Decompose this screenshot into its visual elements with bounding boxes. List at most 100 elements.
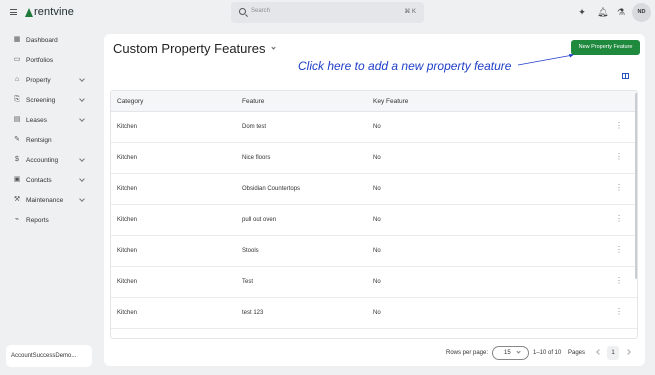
columns-toggle-button[interactable]	[619, 70, 633, 84]
column-header-category[interactable]: Category	[111, 98, 242, 105]
table-row[interactable]: Kitchen Obsidian Countertops No ⋮	[111, 174, 637, 205]
dollar-icon: $	[15, 156, 19, 163]
cell-key-feature: No	[373, 279, 381, 285]
cell-category: Kitchen	[117, 279, 138, 285]
cell-feature: Stools	[242, 248, 259, 254]
cell-category: Kitchen	[117, 124, 138, 130]
search-input[interactable]: Search ⌘ K	[231, 2, 424, 23]
main-card: Custom Property Features New Property Fe…	[104, 34, 645, 366]
more-options-icon[interactable]: ⋮	[615, 215, 623, 223]
document-search-icon: ⎘	[14, 96, 20, 103]
account-switcher[interactable]: AccountSuccessDemo...	[6, 345, 92, 367]
cell-feature: test 123	[242, 310, 264, 316]
building-icon: ⌂	[14, 76, 20, 83]
column-header-key-feature[interactable]: Key Feature	[373, 98, 573, 105]
chevron-down-icon	[79, 116, 85, 122]
cell-category: Kitchen	[117, 155, 138, 161]
more-options-icon[interactable]: ⋮	[615, 277, 623, 285]
chevron-down-icon	[79, 176, 85, 182]
table-header: Category Feature Key Feature	[111, 91, 637, 112]
grid-icon: ▦	[13, 36, 21, 43]
pages-label: Pages	[568, 350, 586, 356]
sidebar-item-label: Contacts	[26, 176, 52, 184]
sidebar-item-maintenance[interactable]: ⚒ Maintenance	[0, 190, 100, 210]
cell-feature: Test	[242, 279, 254, 285]
bell-icon[interactable]: 🔔︎	[597, 7, 608, 17]
cell-category: Kitchen	[117, 217, 138, 223]
sidebar-item-label: Accounting	[26, 156, 59, 164]
chevron-down-icon	[79, 96, 85, 102]
features-table: Category Feature Key Feature Kitchen Dom…	[110, 90, 638, 339]
table-row[interactable]: Kitchen Nice floors No ⋮	[111, 143, 637, 174]
table-scrollbar[interactable]	[635, 93, 637, 279]
sidebar-item-dashboard[interactable]: ▦ Dashboard	[0, 30, 100, 50]
flask-icon[interactable]: ⚗	[616, 7, 626, 17]
sidebar-item-property[interactable]: ⌂ Property	[0, 70, 100, 90]
sparkle-icon[interactable]: ✦	[577, 7, 587, 17]
contacts-icon: ▣	[13, 176, 21, 183]
wrench-icon: ⚒	[13, 196, 21, 203]
rows-per-page-value: 15	[504, 350, 511, 356]
sidebar-item-portfolios[interactable]: ▭ Portfolios	[0, 50, 100, 70]
chevron-right-icon[interactable]	[625, 349, 631, 355]
new-property-feature-button[interactable]: New Property Feature	[571, 40, 640, 55]
folder-icon: ▭	[13, 56, 21, 63]
cell-key-feature: No	[373, 217, 381, 223]
sidebar-item-label: Portfolios	[26, 56, 54, 64]
sidebar-item-label: Maintenance	[26, 196, 64, 204]
annotation-arrow-icon	[517, 54, 574, 66]
sidebar: ▦ Dashboard ▭ Portfolios ⌂ Property ⎘ Sc…	[0, 30, 100, 230]
avatar[interactable]: ND	[632, 3, 651, 22]
sidebar-item-accounting[interactable]: $ Accounting	[0, 150, 100, 170]
more-options-icon[interactable]: ⋮	[615, 122, 623, 130]
cell-key-feature: No	[373, 155, 381, 161]
table-row[interactable]: Kitchen Test No ⋮	[111, 267, 637, 298]
sidebar-item-leases[interactable]: ▤ Leases	[0, 110, 100, 130]
sidebar-item-reports[interactable]: ⌁ Reports	[0, 210, 100, 230]
sidebar-item-rentsign[interactable]: ✎ Rentsign	[0, 130, 100, 150]
lease-icon: ▤	[13, 116, 21, 123]
more-options-icon[interactable]: ⋮	[615, 153, 623, 161]
chevron-down-icon	[79, 196, 85, 202]
more-options-icon[interactable]: ⋮	[615, 184, 623, 192]
table-row[interactable]: Kitchen pull out oven No ⋮	[111, 205, 637, 236]
cell-category: Kitchen	[117, 310, 138, 316]
logo-mark-icon	[25, 7, 33, 17]
sidebar-item-screening[interactable]: ⎘ Screening	[0, 90, 100, 110]
search-placeholder: Search	[251, 8, 271, 14]
menu-icon[interactable]	[10, 9, 17, 15]
signature-icon: ✎	[14, 136, 20, 143]
sidebar-item-label: Rentsign	[26, 136, 52, 144]
sidebar-item-label: Screening	[26, 96, 56, 104]
page-title: Custom Property Features	[113, 41, 266, 56]
table-row[interactable]: Kitchen Dom test No ⋮	[111, 112, 637, 143]
rows-per-page-select[interactable]: 15	[492, 346, 529, 360]
chevron-down-icon	[516, 349, 521, 354]
cell-key-feature: No	[373, 186, 381, 192]
sidebar-item-label: Leases	[26, 116, 47, 124]
cell-feature: Obsidian Countertops	[242, 186, 301, 192]
chevron-down-icon	[79, 76, 85, 82]
column-header-feature[interactable]: Feature	[242, 98, 373, 105]
page-number-button[interactable]: 1	[607, 346, 619, 360]
cell-feature: Dom test	[242, 124, 267, 130]
cell-feature: Nice floors	[242, 155, 271, 161]
annotation-callout: Click here to add a new property feature	[298, 59, 512, 73]
chevron-left-icon[interactable]	[596, 349, 602, 355]
sidebar-item-label: Dashboard	[26, 36, 58, 44]
chevron-down-icon[interactable]	[271, 45, 276, 50]
sidebar-item-contacts[interactable]: ▣ Contacts	[0, 170, 100, 190]
cell-category: Kitchen	[117, 186, 138, 192]
cell-key-feature: No	[373, 310, 381, 316]
cell-key-feature: No	[373, 248, 381, 254]
more-options-icon[interactable]: ⋮	[615, 246, 623, 254]
table-row[interactable]: Kitchen test 123 No ⋮	[111, 298, 637, 329]
logo[interactable]: rentvine	[25, 6, 74, 18]
chevron-down-icon	[79, 156, 85, 162]
cell-feature: pull out oven	[242, 217, 277, 223]
brand-name: rentvine	[34, 6, 74, 18]
columns-icon	[622, 73, 629, 79]
sidebar-item-label: Reports	[26, 216, 49, 224]
more-options-icon[interactable]: ⋮	[615, 308, 623, 316]
table-row[interactable]: Kitchen Stools No ⋮	[111, 236, 637, 267]
